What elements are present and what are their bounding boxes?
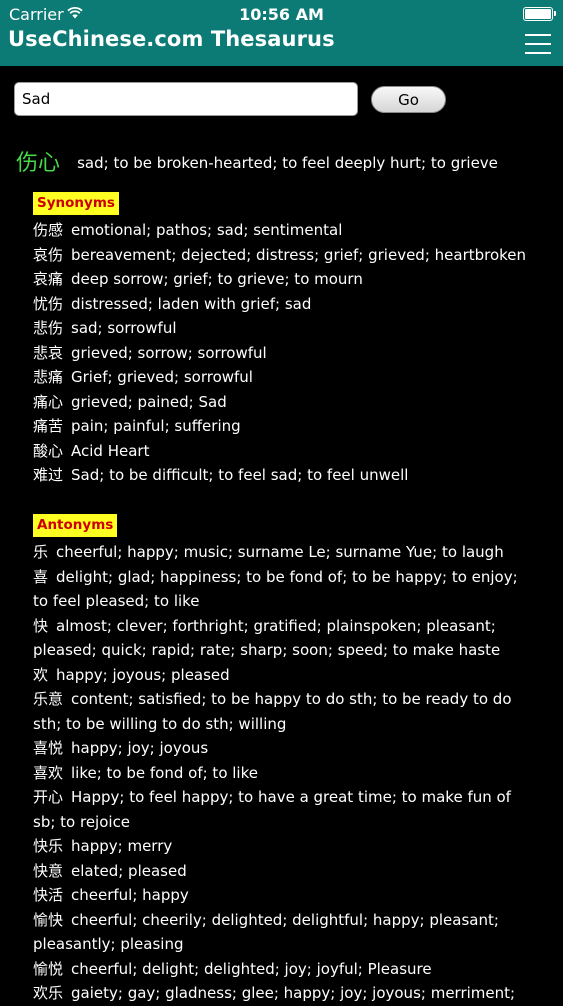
entry-definition: delight; glad; happiness; to be fond of;… — [33, 567, 518, 611]
hamburger-menu-icon[interactable] — [525, 33, 551, 55]
battery-icon — [523, 7, 556, 21]
headword-row: 伤心 sad; to be broken-hearted; to feel de… — [16, 145, 498, 177]
search-input[interactable] — [14, 82, 358, 116]
entry-definition: like; to be fond of; to like — [71, 763, 258, 782]
entry-definition: cheerful; happy; music; surname Le; surn… — [56, 543, 504, 561]
status-bar: Carrier 10:56 AM — [0, 0, 563, 28]
list-item[interactable]: 难过 Sad; to be difficult; to feel sad; to … — [33, 463, 533, 488]
entry-word[interactable]: 痛心 — [33, 393, 63, 411]
entry-definition: cheerful; happy — [71, 886, 189, 904]
go-button[interactable]: Go — [371, 86, 446, 113]
list-item[interactable]: 喜欢 like; to be fond of; to like — [33, 761, 533, 786]
entry-word[interactable]: 开心 — [33, 788, 63, 806]
headword-chinese[interactable]: 伤心 — [16, 151, 60, 176]
list-item[interactable]: 喜 delight; glad; happiness; to be fond of… — [33, 565, 533, 614]
list-item[interactable]: 酸心 Acid Heart — [33, 439, 533, 464]
entry-word[interactable]: 痛苦 — [33, 417, 63, 435]
entry-definition: cheerful; delight; delighted; joy; joyfu… — [71, 959, 432, 978]
app-title: UseChinese.com Thesaurus — [8, 27, 335, 51]
entry-definition: content; satisfied; to be happy to do st… — [33, 690, 512, 733]
entry-word[interactable]: 欢乐 — [33, 984, 63, 1002]
list-item[interactable]: 悲痛 Grief; grieved; sorrowful — [33, 365, 533, 390]
list-item[interactable]: 欢乐 gaiety; gay; gladness; glee; happy; jo… — [33, 981, 533, 1006]
entry-definition: bereavement; dejected; distress; grief; … — [71, 245, 527, 264]
list-item[interactable]: 痛心 grieved; pained; Sad — [33, 390, 533, 415]
list-item[interactable]: 乐意 content; satisfied; to be happy to do … — [33, 687, 533, 736]
synonyms-list: 伤感 emotional; pathos; sad; sentimental 哀伤 b… — [33, 218, 533, 488]
entry-word[interactable]: 喜 — [33, 568, 48, 586]
entry-word[interactable]: 快乐 — [33, 837, 63, 855]
entry-word[interactable]: 哀伤 — [33, 246, 63, 264]
list-item[interactable]: 开心 Happy; to feel happy; to have a great … — [33, 785, 533, 834]
list-item[interactable]: 忧伤 distressed; laden with grief; sad — [33, 292, 533, 317]
entry-word[interactable]: 酸心 — [33, 442, 63, 460]
entry-word[interactable]: 愉悦 — [33, 960, 63, 978]
list-item[interactable]: 快乐 happy; merry — [33, 834, 533, 859]
entry-definition: almost; clever; forthright; gratified; p… — [33, 616, 501, 660]
entry-definition: gaiety; gay; gladness; glee; happy; joy;… — [71, 984, 516, 1002]
entry-definition: Acid Heart — [71, 441, 150, 460]
entry-word[interactable]: 乐意 — [33, 690, 63, 708]
entry-definition: happy; merry — [71, 837, 173, 855]
entry-definition: deep sorrow; grief; to grieve; to mourn — [71, 270, 363, 288]
synonyms-label: Synonyms — [33, 192, 119, 215]
entry-definition: pain; painful; suffering — [71, 417, 241, 435]
antonyms-label: Antonyms — [33, 514, 118, 537]
list-item[interactable]: 愉快 cheerful; cheerily; delighted; delight… — [33, 908, 533, 957]
entry-definition: distressed; laden with grief; sad — [71, 294, 312, 313]
entry-word[interactable]: 悲伤 — [33, 319, 63, 337]
list-item[interactable]: 喜悦 happy; joy; joyous — [33, 736, 533, 761]
list-item[interactable]: 欢 happy; joyous; pleased — [33, 663, 533, 688]
list-item[interactable]: 伤感 emotional; pathos; sad; sentimental — [33, 218, 533, 243]
entry-definition: happy; joy; joyous — [71, 739, 209, 757]
app-header: Carrier 10:56 AM UseChinese.com Thesauru… — [0, 0, 563, 66]
entry-word[interactable]: 悲痛 — [33, 368, 63, 386]
entry-word[interactable]: 快活 — [33, 886, 63, 904]
entry-definition: Happy; to feel happy; to have a great ti… — [33, 788, 511, 831]
list-item[interactable]: 快意 elated; pleased — [33, 859, 533, 884]
entry-word[interactable]: 悲哀 — [33, 344, 63, 362]
list-item[interactable]: 快活 cheerful; happy — [33, 883, 533, 908]
entry-word[interactable]: 难过 — [33, 466, 63, 484]
entry-definition: elated; pleased — [71, 861, 187, 880]
entry-word[interactable]: 伤感 — [33, 221, 63, 239]
entry-word[interactable]: 欢 — [33, 666, 48, 684]
list-item[interactable]: 愉悦 cheerful; delight; delighted; joy; joy… — [33, 957, 533, 982]
entry-word[interactable]: 喜悦 — [33, 739, 63, 757]
entry-definition: sad; sorrowful — [71, 319, 177, 337]
entry-definition: happy; joyous; pleased — [56, 665, 230, 684]
entry-definition: Grief; grieved; sorrowful — [71, 368, 253, 386]
entry-word[interactable]: 快 — [33, 617, 48, 635]
entry-definition: cheerful; cheerily; delighted; delightfu… — [33, 910, 499, 954]
list-item[interactable]: 痛苦 pain; painful; suffering — [33, 414, 533, 439]
entry-word[interactable]: 乐 — [33, 543, 48, 561]
list-item[interactable]: 乐 cheerful; happy; music; surname Le; sur… — [33, 540, 533, 565]
entry-definition: emotional; pathos; sad; sentimental — [71, 221, 343, 239]
entry-word[interactable]: 忧伤 — [33, 295, 63, 313]
entry-definition: Sad; to be difficult; to feel sad; to fe… — [71, 466, 409, 484]
antonyms-list: 乐 cheerful; happy; music; surname Le; sur… — [33, 540, 533, 1006]
entry-word[interactable]: 喜欢 — [33, 764, 63, 782]
entry-definition: grieved; sorrow; sorrowful — [71, 343, 267, 362]
entry-definition: grieved; pained; Sad — [71, 392, 227, 411]
entry-word[interactable]: 快意 — [33, 862, 63, 880]
list-item[interactable]: 哀伤 bereavement; dejected; distress; grief… — [33, 243, 533, 268]
clock: 10:56 AM — [239, 5, 324, 24]
list-item[interactable]: 悲哀 grieved; sorrow; sorrowful — [33, 341, 533, 366]
list-item[interactable]: 悲伤 sad; sorrowful — [33, 316, 533, 341]
list-item[interactable]: 哀痛 deep sorrow; grief; to grieve; to mour… — [33, 267, 533, 292]
headword-definition: sad; to be broken-hearted; to feel deepl… — [77, 154, 498, 172]
list-item[interactable]: 快 almost; clever; forthright; gratified; … — [33, 614, 533, 663]
entry-word[interactable]: 愉快 — [33, 911, 63, 929]
entry-word[interactable]: 哀痛 — [33, 270, 63, 288]
